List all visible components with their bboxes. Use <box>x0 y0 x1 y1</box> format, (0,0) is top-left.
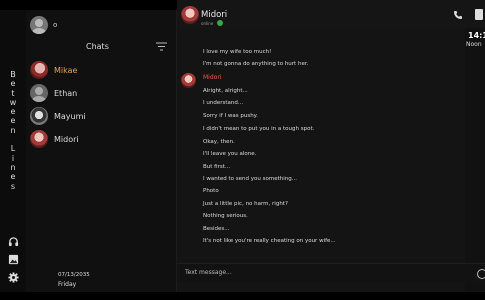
message-text: Just a little pic, no harm, right? <box>203 201 288 207</box>
message-text: I understand... <box>203 100 244 106</box>
rail-letter: e <box>10 172 16 182</box>
conversation-contact-name: Midori <box>201 10 228 20</box>
headphones-icon[interactable] <box>8 236 19 247</box>
sender-avatar <box>181 73 196 88</box>
user-avatar[interactable] <box>30 16 48 34</box>
contact-item-mayumi[interactable]: Mayumi <box>30 106 170 126</box>
rail-letter: e <box>10 107 16 117</box>
online-indicator <box>217 20 223 26</box>
message-composer[interactable]: Text message... <box>177 263 485 283</box>
contact-avatar <box>30 84 48 102</box>
message-photo-label[interactable]: Photo <box>203 188 219 194</box>
sender-name: Midori <box>203 74 222 81</box>
phone-icon[interactable] <box>453 10 463 20</box>
contact-avatar <box>30 61 48 79</box>
rail-letter: n <box>10 125 16 135</box>
contact-item-midori[interactable]: Midori <box>30 129 170 149</box>
rail-letter: w <box>9 97 17 107</box>
rail-letter: e <box>10 79 16 89</box>
message-text: I'm not gonna do anything to hurt her. <box>203 61 309 67</box>
date-label: 07/13/2035 <box>58 272 90 278</box>
contact-item-ethan[interactable]: Ethan <box>30 83 170 103</box>
contact-name: Mayumi <box>54 111 86 121</box>
rail-letter: i <box>11 153 15 163</box>
online-status: online <box>201 21 214 26</box>
rail-letter: t <box>11 88 15 98</box>
contact-avatar <box>30 107 48 125</box>
rail-letter: L <box>10 144 16 154</box>
contact-name: Mikae <box>54 65 78 75</box>
tablet-icon[interactable] <box>475 9 483 20</box>
chats-header: Chats <box>86 42 109 51</box>
app-title-vertical: B e t w e e n L i n e s <box>0 70 26 191</box>
rail-letter: B <box>10 70 16 79</box>
message-text: Alright, alright... <box>203 88 248 94</box>
rail-letter: s <box>10 181 16 191</box>
clock-period: Noon <box>466 41 482 48</box>
rail-letter: n <box>10 162 16 172</box>
message-text: But first... <box>203 164 231 170</box>
gallery-icon[interactable] <box>8 254 19 265</box>
rail-letter <box>12 135 15 144</box>
day-label: Friday <box>58 281 77 288</box>
user-name: o <box>53 21 58 29</box>
rail-letter: e <box>10 116 16 126</box>
message-text: Nothing serious. <box>203 213 248 219</box>
contact-name: Midori <box>54 134 79 144</box>
message-text: I love my wife too much! <box>203 49 272 55</box>
message-text: It's not like you're really cheating on … <box>203 238 336 244</box>
contact-avatar <box>30 130 48 148</box>
contact-name: Ethan <box>54 88 78 98</box>
filter-icon[interactable] <box>156 42 167 51</box>
chat-list-panel: o Chats Mikae Ethan Mayumi Midori 07/13/… <box>26 10 177 292</box>
conversation-header: Midori online <box>177 0 485 28</box>
left-rail: B e t w e e n L i n e s <box>0 10 26 292</box>
message-text: Okay, then. <box>203 139 235 145</box>
message-text: Besides... <box>203 226 230 232</box>
message-text: Sorry if I was pushy. <box>203 113 258 119</box>
contact-item-mikae[interactable]: Mikae <box>30 60 170 80</box>
clock-time: 14:1 <box>468 31 485 40</box>
message-text: I wanted to send you something... <box>203 176 297 182</box>
settings-gear-icon[interactable] <box>8 272 19 283</box>
message-input[interactable]: Text message... <box>185 269 232 276</box>
emoji-icon[interactable] <box>477 269 485 279</box>
message-text: I'll leave you alone. <box>203 151 257 157</box>
message-text: I didn't mean to put you in a tough spot… <box>203 126 315 132</box>
conversation-avatar[interactable] <box>181 6 199 24</box>
